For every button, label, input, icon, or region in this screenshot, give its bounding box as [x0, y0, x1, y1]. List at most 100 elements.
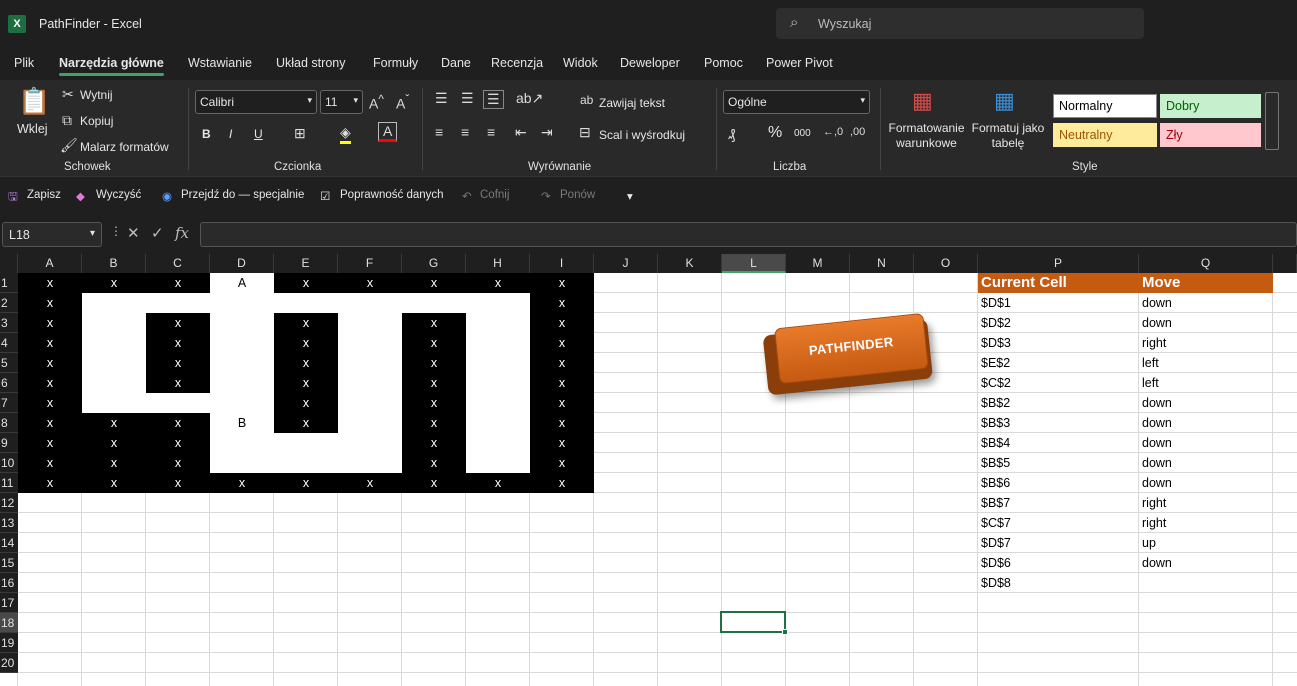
tab-insert[interactable]: Wstawianie [188, 56, 252, 70]
row-header-3[interactable]: 3 [0, 313, 18, 333]
align-center-icon[interactable]: ≡ [461, 124, 469, 140]
maze-wall-cell[interactable]: x [530, 353, 594, 373]
row-header-2[interactable]: 2 [0, 293, 18, 313]
path-move[interactable]: down [1139, 453, 1273, 473]
tab-developer[interactable]: Deweloper [620, 56, 680, 70]
maze-wall-cell[interactable]: x [146, 273, 210, 293]
function-icon[interactable]: fx [175, 224, 189, 242]
column-header-e[interactable]: E [274, 254, 338, 273]
maze-wall-cell[interactable]: x [18, 473, 82, 493]
maze-wall-cell[interactable]: x [338, 273, 402, 293]
row-header-11[interactable]: 11 [0, 473, 18, 493]
maze-wall-cell[interactable]: x [402, 433, 466, 453]
maze-wall-cell[interactable]: x [466, 273, 530, 293]
copy-icon[interactable]: ⧉ [62, 112, 72, 129]
row-header-12[interactable]: 12 [0, 493, 18, 513]
path-move[interactable]: down [1139, 553, 1273, 573]
maze-wall-cell[interactable]: x [530, 453, 594, 473]
row-header-1[interactable]: 1 [0, 273, 18, 293]
maze-wall-cell[interactable]: x [18, 453, 82, 473]
path-move[interactable] [1139, 573, 1273, 593]
decrease-font-icon[interactable]: Aˇ [396, 93, 409, 112]
number-format-select[interactable]: Ogólne ▾ [723, 90, 870, 114]
maze-open-cell[interactable] [82, 333, 146, 353]
column-header-g[interactable]: G [402, 254, 466, 273]
tab-power-pivot[interactable]: Power Pivot [766, 56, 833, 70]
maze-wall-cell[interactable]: x [146, 353, 210, 373]
maze-open-cell[interactable] [466, 433, 530, 453]
align-middle-icon[interactable]: ☰ [461, 90, 474, 107]
maze-open-cell[interactable] [338, 393, 402, 413]
maze-wall-cell[interactable]: x [402, 393, 466, 413]
maze-wall-cell[interactable]: x [402, 313, 466, 333]
path-cell-ref[interactable]: $D$3 [978, 333, 1139, 353]
maze-open-cell[interactable] [82, 353, 146, 373]
row-header-16[interactable]: 16 [0, 573, 18, 593]
conditional-formatting-button[interactable]: Formatowanie warunkowe [888, 121, 965, 151]
font-color-icon[interactable]: A [378, 122, 398, 142]
tab-home[interactable]: Narzędzia główne [59, 56, 164, 76]
maze-wall-cell[interactable]: x [338, 473, 402, 493]
maze-wall-cell[interactable]: x [18, 393, 82, 413]
cancel-icon[interactable]: ✕ [127, 224, 140, 242]
column-header-h[interactable]: H [466, 254, 530, 273]
row-header-14[interactable]: 14 [0, 533, 18, 553]
cut-button[interactable]: Wytnij [80, 88, 113, 102]
maze-wall-cell[interactable]: x [18, 293, 82, 313]
maze-open-cell[interactable] [146, 293, 210, 313]
thousands-button[interactable]: 000 [794, 128, 811, 139]
maze-wall-cell[interactable]: x [274, 393, 338, 413]
path-cell-ref[interactable]: $B$7 [978, 493, 1139, 513]
eraser-icon[interactable]: ◆ [76, 189, 85, 203]
maze-open-cell[interactable] [210, 333, 274, 353]
search-box[interactable]: ⌕ Wyszukaj [776, 8, 1144, 39]
tab-review[interactable]: Recenzja [491, 56, 543, 70]
maze-open-cell[interactable] [338, 333, 402, 353]
merge-center-button[interactable]: Scal i wyśrodkuj [599, 128, 685, 142]
maze-wall-cell[interactable]: x [210, 473, 274, 493]
maze-open-cell[interactable] [210, 453, 274, 473]
borders-icon[interactable]: ⊞ [294, 125, 306, 142]
goto-special-button[interactable]: Przejdź do — specjalnie [181, 189, 304, 201]
wrap-text-button[interactable]: Zawijaj tekst [599, 96, 665, 110]
maze-wall-cell[interactable]: x [82, 273, 146, 293]
maze-open-cell[interactable] [274, 453, 338, 473]
tab-help[interactable]: Pomoc [704, 56, 743, 70]
path-cell-ref[interactable]: $E$2 [978, 353, 1139, 373]
maze-wall-cell[interactable]: x [530, 373, 594, 393]
row-header-20[interactable]: 20 [0, 653, 18, 673]
maze-wall-cell[interactable]: x [274, 473, 338, 493]
maze-open-cell[interactable] [146, 393, 210, 413]
style-neutral[interactable]: Neutralny [1053, 123, 1157, 147]
maze-wall-cell[interactable]: x [18, 413, 82, 433]
header-move[interactable]: Move [1139, 273, 1273, 293]
column-header-m[interactable]: M [786, 254, 850, 273]
maze-wall-cell[interactable]: x [82, 433, 146, 453]
enter-icon[interactable]: ✓ [151, 224, 164, 242]
path-cell-ref[interactable]: $B$6 [978, 473, 1139, 493]
decrease-indent-icon[interactable]: ⇤ [515, 124, 527, 141]
fill-handle[interactable] [782, 629, 788, 635]
maze-open-cell[interactable] [466, 313, 530, 333]
row-header-13[interactable]: 13 [0, 513, 18, 533]
maze-wall-cell[interactable]: x [18, 433, 82, 453]
maze-wall-cell[interactable]: x [530, 333, 594, 353]
maze-wall-cell[interactable]: x [18, 333, 82, 353]
redo-icon[interactable]: ↷ [541, 189, 551, 203]
maze-wall-cell[interactable]: x [146, 413, 210, 433]
row-header-9[interactable]: 9 [0, 433, 18, 453]
active-cell-selection[interactable] [720, 611, 786, 633]
maze-wall-cell[interactable]: x [146, 313, 210, 333]
maze-wall-cell[interactable]: x [530, 393, 594, 413]
cut-icon[interactable]: ✂ [62, 86, 74, 103]
path-move[interactable]: down [1139, 433, 1273, 453]
paste-button[interactable]: Wklej [17, 122, 48, 136]
maze-open-cell[interactable] [210, 393, 274, 413]
path-cell-ref[interactable]: $B$5 [978, 453, 1139, 473]
row-header-8[interactable]: 8 [0, 413, 18, 433]
align-right-icon[interactable]: ≡ [487, 124, 495, 140]
customize-qat-icon[interactable]: ▾ [627, 189, 633, 203]
path-cell-ref[interactable]: $D$7 [978, 533, 1139, 553]
undo-icon[interactable]: ↶ [462, 189, 472, 203]
maze-wall-cell[interactable]: x [18, 273, 82, 293]
